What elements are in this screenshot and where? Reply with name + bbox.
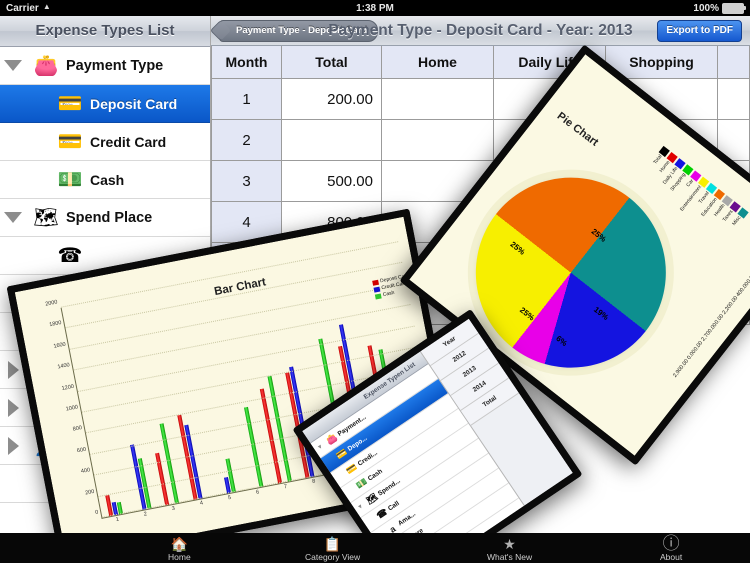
toolbar-label: About (660, 552, 683, 562)
sidebar-item-label: Deposit Card (90, 95, 178, 112)
chevron-down-icon[interactable] (0, 212, 26, 223)
sidebar-item-cash[interactable]: 💵 Cash (0, 161, 210, 199)
toolbar-item-home[interactable]: 🏠 Home (168, 537, 191, 562)
cell-month: 1 (211, 78, 282, 120)
column-header-month[interactable]: Month (211, 46, 282, 79)
chevron-right-icon[interactable] (0, 398, 26, 417)
status-bar: Carrier 1:38 PM 100% (0, 0, 750, 16)
credit-card-icon: 💳 (57, 130, 83, 153)
sidebar-item-label: Spend Place (66, 209, 153, 226)
sidebar-item-label: Credit Card (90, 133, 167, 150)
info-icon: ⓘ (662, 534, 680, 553)
bottom-toolbar: 🏠 Home 📋 Category View ★ What's New ⓘ Ab… (0, 533, 750, 563)
list-view-icon: 📋 (323, 536, 342, 552)
map-pin-icon: 🗺 (33, 206, 59, 229)
telephone-icon: ☎ (57, 244, 83, 267)
chevron-down-icon[interactable] (0, 60, 26, 71)
toolbar-label: What's New (487, 552, 533, 562)
toolbar-item-category-view[interactable]: 📋 Category View (305, 537, 360, 562)
cell-total: 200.00 (281, 78, 382, 120)
sidebar-item-deposit-card[interactable]: 💳 Deposit Card (0, 85, 210, 123)
cell-home (381, 119, 494, 161)
toolbar-item-whats-new[interactable]: ★ What's New (487, 537, 532, 562)
app-root: Carrier 1:38 PM 100% Expense Types List … (0, 0, 750, 563)
status-time: 1:38 PM (356, 2, 394, 14)
cell-month: 2 (211, 119, 282, 161)
battery-percent: 100% (693, 2, 719, 14)
battery-icon (722, 2, 746, 14)
cell-extra (717, 78, 750, 120)
table-header-row: Month Total Home Daily Life Shopping (211, 46, 750, 79)
back-button[interactable]: Payment Type - Deposit Card (219, 19, 379, 42)
sidebar-item-credit-card[interactable]: 💳 Credit Card (0, 123, 210, 161)
sidebar-item-label: Cash (90, 171, 125, 188)
debit-card-icon: 💳 (57, 92, 83, 115)
cell-month: 3 (211, 160, 282, 202)
cash-icon: 💵 (57, 168, 83, 191)
home-icon: 🏠 (170, 536, 189, 552)
cell-total (281, 119, 382, 161)
chevron-right-icon[interactable] (0, 436, 26, 455)
whats-new-icon: ★ (503, 536, 516, 552)
export-to-pdf-button[interactable]: Export to PDF (657, 19, 742, 42)
sidebar-title: Expense Types List (0, 16, 210, 47)
column-header-extra[interactable] (717, 46, 750, 79)
sidebar-item-payment-type[interactable]: 👛 Payment Type (0, 47, 210, 85)
toolbar-label: Home (168, 552, 191, 562)
status-right: 100% (693, 2, 746, 14)
column-header-home[interactable]: Home (381, 46, 494, 79)
column-header-total[interactable]: Total (281, 46, 382, 79)
cell-home (381, 78, 494, 120)
sidebar-item-spend-place[interactable]: 🗺 Spend Place (0, 199, 210, 237)
cell-total: 500.00 (281, 160, 382, 202)
wallet-icon: 👛 (33, 54, 59, 77)
sidebar-item-label: Payment Type (66, 57, 164, 74)
toolbar-item-about[interactable]: ⓘ About (660, 534, 683, 562)
toolbar-label: Category View (305, 552, 361, 562)
navigation-bar: Payment Type - Deposit Card Payment Type… (211, 16, 750, 46)
